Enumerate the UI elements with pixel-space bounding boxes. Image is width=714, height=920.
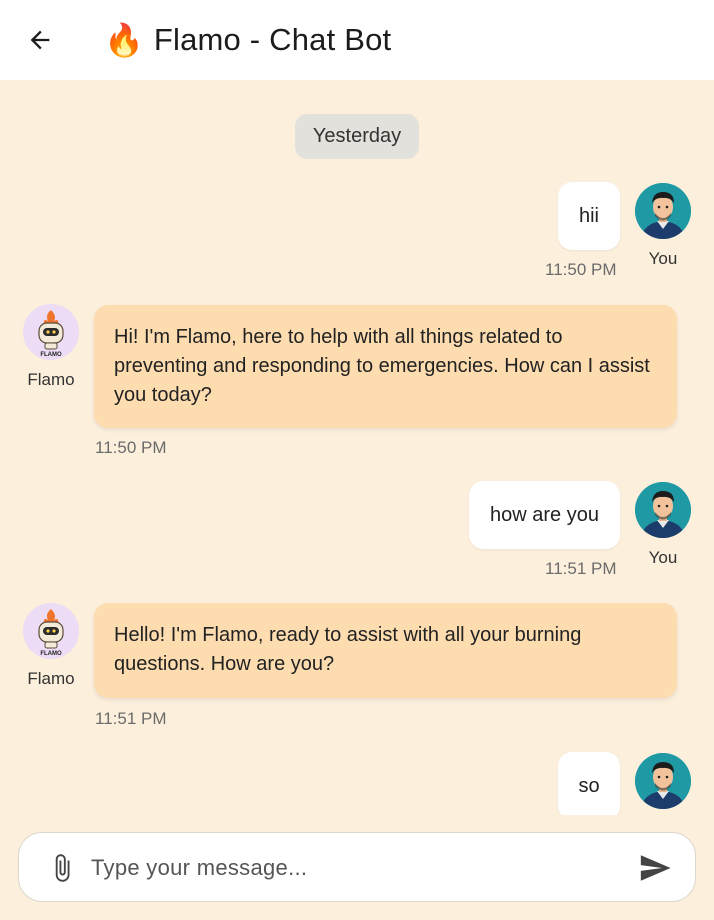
user-message-bubble: how are you	[469, 481, 620, 549]
user-message-bubble: so	[558, 752, 620, 815]
chat-messages[interactable]: Yesterday hii You 11:50 PM FLAMO Flamo H…	[0, 80, 714, 815]
message-input[interactable]	[91, 847, 621, 889]
message-timestamp: 11:51 PM	[95, 709, 167, 728]
arrow-left-icon	[30, 30, 50, 50]
bot-avatar-label: Flamo	[27, 669, 75, 688]
message-timestamp: 11:50 PM	[95, 438, 167, 457]
page-title: Flamo - Chat Bot	[153, 22, 392, 57]
send-button[interactable]	[637, 851, 673, 885]
send-icon	[640, 855, 671, 881]
user-message-bubble: hii	[558, 182, 620, 250]
paperclip-icon	[55, 854, 70, 882]
message-timestamp: 11:50 PM	[545, 260, 617, 279]
bot-avatar: FLAMO	[23, 304, 79, 360]
title-group: 🔥 Flamo - Chat Bot	[104, 18, 391, 62]
bot-logo-text: FLAMO	[40, 651, 62, 657]
bot-avatar-label: Flamo	[27, 370, 75, 389]
bot-logo-text: FLAMO	[40, 352, 62, 358]
fire-icon: 🔥	[104, 22, 144, 58]
user-avatar-label: You	[648, 548, 678, 567]
back-button[interactable]	[22, 22, 58, 58]
user-avatar	[635, 753, 691, 809]
attach-button[interactable]	[47, 849, 77, 887]
bot-avatar: FLAMO	[23, 603, 79, 659]
user-avatar	[635, 183, 691, 239]
message-composer	[18, 832, 696, 902]
bot-message-bubble: Hello! I'm Flamo, ready to assist with a…	[94, 603, 677, 698]
date-separator: Yesterday	[295, 114, 419, 159]
app-bar: 🔥 Flamo - Chat Bot	[0, 0, 714, 80]
bot-message-bubble: Hi! I'm Flamo, here to help with all thi…	[94, 305, 677, 428]
user-avatar-label: You	[648, 249, 678, 268]
message-timestamp: 11:51 PM	[545, 559, 617, 578]
user-avatar	[635, 482, 691, 538]
